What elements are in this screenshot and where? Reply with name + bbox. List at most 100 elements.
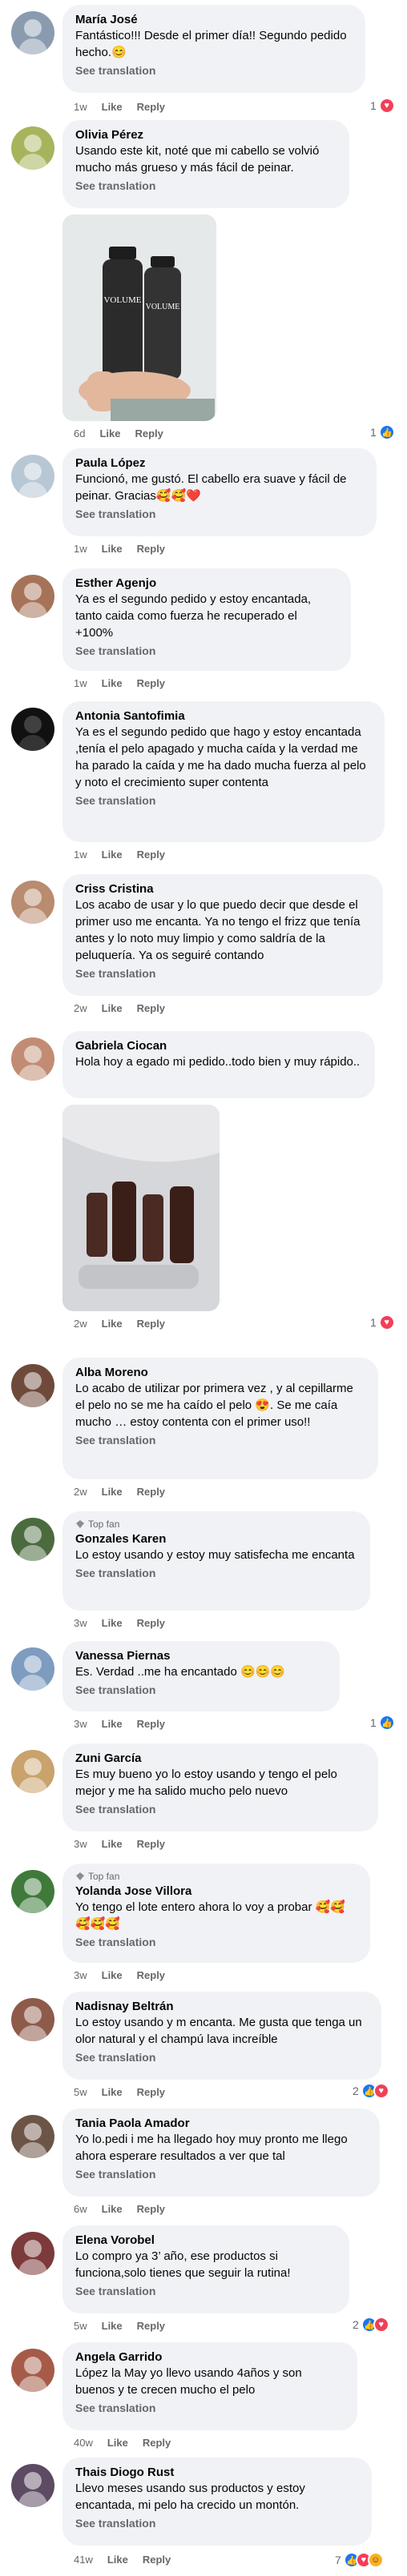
reply-button[interactable]: Reply	[143, 2554, 171, 2566]
avatar[interactable]	[11, 881, 54, 924]
avatar[interactable]	[11, 11, 54, 54]
timestamp[interactable]: 3w	[74, 1969, 87, 1981]
like-button[interactable]: Like	[102, 1838, 123, 1850]
see-translation-link[interactable]: See translation	[75, 1803, 365, 1816]
timestamp[interactable]: 2w	[74, 1002, 87, 1014]
reply-button[interactable]: Reply	[137, 1838, 165, 1850]
comment-photo[interactable]	[62, 1105, 220, 1311]
author-name[interactable]: María José	[75, 12, 353, 27]
like-button[interactable]: Like	[102, 1969, 123, 1981]
see-translation-link[interactable]: See translation	[75, 2051, 369, 2064]
timestamp[interactable]: 6w	[74, 2203, 87, 2215]
reaction-count[interactable]: 1 👍	[370, 423, 395, 442]
avatar[interactable]	[11, 1037, 54, 1081]
timestamp[interactable]: 3w	[74, 1838, 87, 1850]
author-name[interactable]: Antonia Santofimia	[75, 708, 372, 724]
reaction-count[interactable]: 1 ♥	[370, 1313, 395, 1332]
avatar[interactable]	[11, 2115, 54, 2158]
reaction-count[interactable]: 1 👍	[370, 1713, 395, 1732]
author-name[interactable]: Gabriela Ciocan	[75, 1038, 362, 1053]
like-button[interactable]: Like	[102, 2320, 123, 2332]
avatar[interactable]	[11, 2464, 54, 2507]
avatar[interactable]	[11, 1870, 54, 1913]
avatar[interactable]	[11, 1518, 54, 1561]
reply-button[interactable]: Reply	[137, 543, 165, 555]
reply-button[interactable]: Reply	[137, 1969, 165, 1981]
like-button[interactable]: Like	[102, 543, 123, 555]
author-name[interactable]: Nadisnay Beltrán	[75, 1999, 369, 2014]
see-translation-link[interactable]: See translation	[75, 1434, 365, 1446]
avatar[interactable]	[11, 2232, 54, 2275]
like-button[interactable]: Like	[102, 677, 123, 689]
reaction-count[interactable]: 7 👍 ♥ ☺	[335, 2550, 384, 2570]
see-translation-link[interactable]: See translation	[75, 179, 336, 192]
reply-button[interactable]: Reply	[137, 1617, 165, 1629]
avatar[interactable]	[11, 1364, 54, 1407]
like-button[interactable]: Like	[107, 2437, 128, 2449]
reply-button[interactable]: Reply	[137, 2086, 165, 2098]
timestamp[interactable]: 3w	[74, 1718, 87, 1730]
timestamp[interactable]: 5w	[74, 2086, 87, 2098]
author-name[interactable]: Thais Diogo Rust	[75, 2465, 359, 2480]
see-translation-link[interactable]: See translation	[75, 1683, 327, 1696]
author-name[interactable]: Criss Cristina	[75, 881, 370, 897]
reply-button[interactable]: Reply	[143, 2437, 171, 2449]
like-button[interactable]: Like	[102, 849, 123, 861]
reply-button[interactable]: Reply	[137, 1718, 165, 1730]
reply-button[interactable]: Reply	[135, 427, 163, 439]
timestamp[interactable]: 5w	[74, 2320, 87, 2332]
timestamp[interactable]: 1w	[74, 543, 87, 555]
see-translation-link[interactable]: See translation	[75, 794, 372, 807]
author-name[interactable]: Olivia Pérez	[75, 127, 336, 142]
timestamp[interactable]: 1w	[74, 101, 87, 113]
like-button[interactable]: Like	[102, 2203, 123, 2215]
reply-button[interactable]: Reply	[137, 1486, 165, 1498]
timestamp[interactable]: 2w	[74, 1486, 87, 1498]
author-name[interactable]: Yolanda Jose Villora	[75, 1884, 357, 1899]
see-translation-link[interactable]: See translation	[75, 1936, 357, 1948]
timestamp[interactable]: 1w	[74, 677, 87, 689]
author-name[interactable]: Tania Paola Amador	[75, 2116, 367, 2131]
author-name[interactable]: Gonzales Karen	[75, 1531, 357, 1547]
avatar[interactable]	[11, 126, 54, 170]
see-translation-link[interactable]: See translation	[75, 64, 353, 77]
timestamp[interactable]: 6d	[74, 427, 85, 439]
avatar[interactable]	[11, 2349, 54, 2392]
reply-button[interactable]: Reply	[137, 2203, 165, 2215]
like-button[interactable]: Like	[102, 2086, 123, 2098]
author-name[interactable]: Zuni García	[75, 1751, 365, 1766]
reaction-count[interactable]: 2 👍 ♥	[353, 2315, 389, 2334]
reply-button[interactable]: Reply	[137, 101, 165, 113]
see-translation-link[interactable]: See translation	[75, 508, 364, 520]
see-translation-link[interactable]: See translation	[75, 967, 370, 980]
timestamp[interactable]: 3w	[74, 1617, 87, 1629]
avatar[interactable]	[11, 455, 54, 498]
reply-button[interactable]: Reply	[137, 677, 165, 689]
reaction-count[interactable]: 2 👍 ♥	[353, 2081, 389, 2101]
author-name[interactable]: Vanessa Piernas	[75, 1648, 327, 1663]
author-name[interactable]: Alba Moreno	[75, 1365, 365, 1380]
author-name[interactable]: Angela Garrido	[75, 2349, 345, 2365]
avatar[interactable]	[11, 708, 54, 751]
like-button[interactable]: Like	[102, 101, 123, 113]
see-translation-link[interactable]: See translation	[75, 2168, 367, 2181]
see-translation-link[interactable]: See translation	[75, 644, 338, 657]
author-name[interactable]: Esther Agenjo	[75, 576, 338, 591]
timestamp[interactable]: 41w	[74, 2554, 93, 2566]
see-translation-link[interactable]: See translation	[75, 1567, 357, 1579]
see-translation-link[interactable]: See translation	[75, 2285, 336, 2297]
reply-button[interactable]: Reply	[137, 1002, 165, 1014]
avatar[interactable]	[11, 1998, 54, 2041]
comment-photo[interactable]: VOLUME VOLUME	[62, 215, 216, 421]
avatar[interactable]	[11, 1647, 54, 1691]
timestamp[interactable]: 2w	[74, 1318, 87, 1330]
reply-button[interactable]: Reply	[137, 1318, 165, 1330]
avatar[interactable]	[11, 575, 54, 618]
reply-button[interactable]: Reply	[137, 849, 165, 861]
see-translation-link[interactable]: See translation	[75, 2517, 359, 2530]
timestamp[interactable]: 40w	[74, 2437, 93, 2449]
see-translation-link[interactable]: See translation	[75, 2401, 345, 2414]
author-name[interactable]: Paula López	[75, 455, 364, 471]
like-button[interactable]: Like	[102, 1617, 123, 1629]
like-button[interactable]: Like	[102, 1486, 123, 1498]
